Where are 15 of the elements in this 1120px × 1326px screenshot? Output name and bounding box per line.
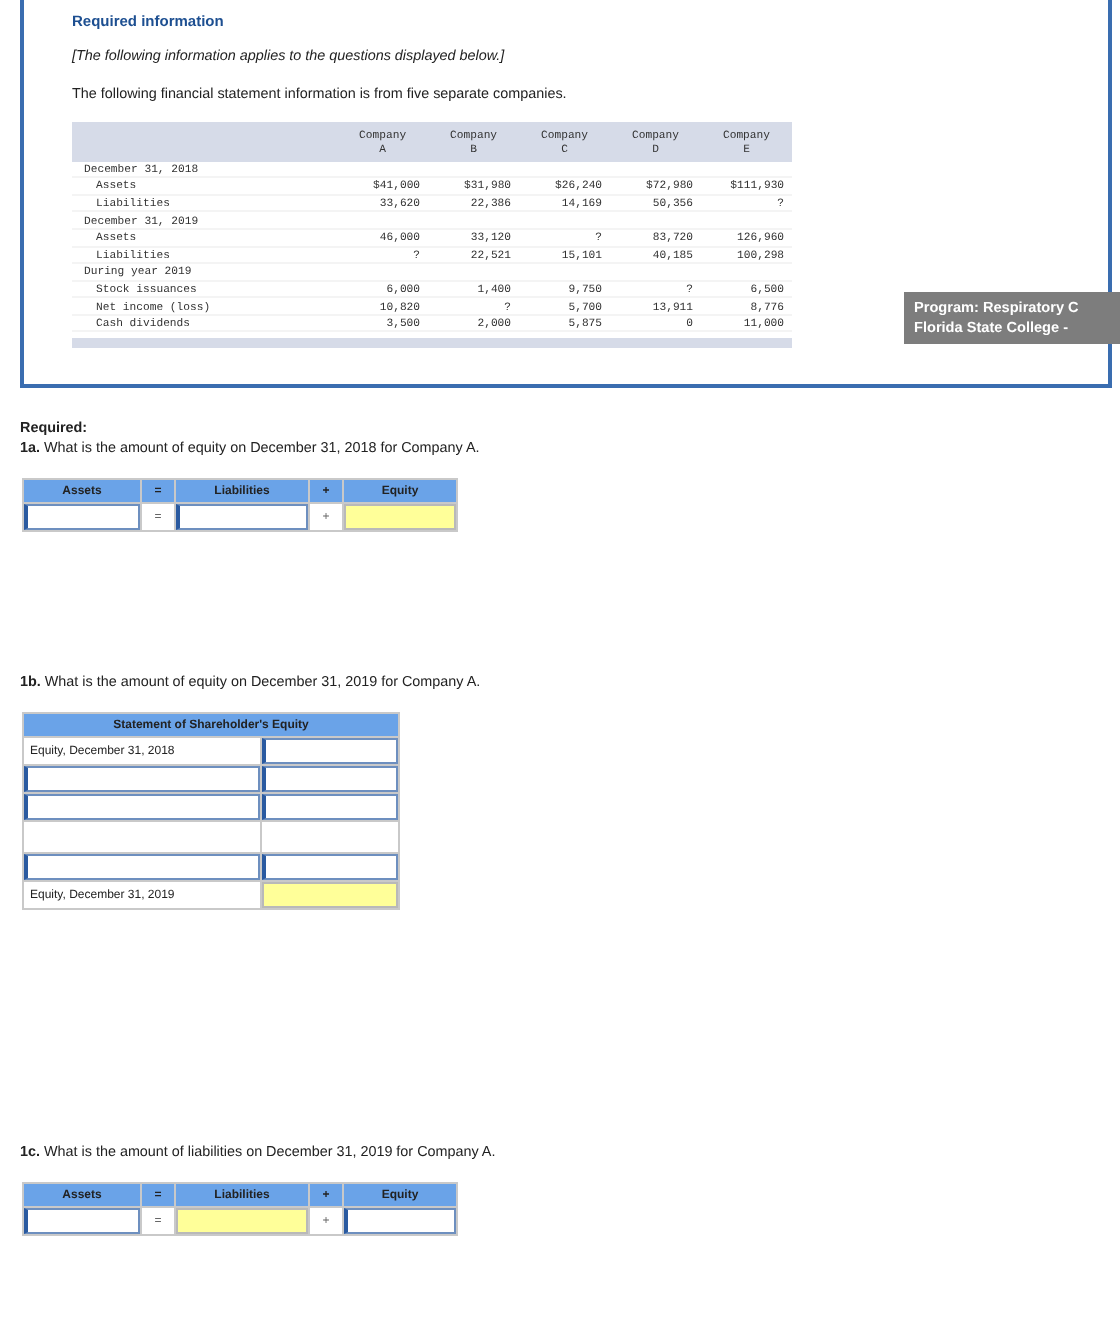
input-field[interactable] bbox=[262, 854, 398, 881]
input-field[interactable] bbox=[24, 766, 260, 793]
input-field[interactable] bbox=[24, 1208, 140, 1235]
input-field[interactable] bbox=[24, 854, 260, 881]
input-field[interactable] bbox=[262, 794, 398, 821]
input-field[interactable] bbox=[344, 1208, 456, 1235]
answer-field[interactable] bbox=[262, 882, 398, 909]
input-field[interactable] bbox=[24, 504, 140, 531]
input-field[interactable] bbox=[262, 766, 398, 793]
input-field[interactable] bbox=[24, 794, 260, 821]
input-field[interactable] bbox=[262, 738, 398, 765]
table-cell bbox=[262, 822, 398, 853]
input-field[interactable] bbox=[176, 504, 308, 531]
answer-field[interactable] bbox=[344, 504, 456, 531]
answer-field[interactable] bbox=[176, 1208, 308, 1235]
